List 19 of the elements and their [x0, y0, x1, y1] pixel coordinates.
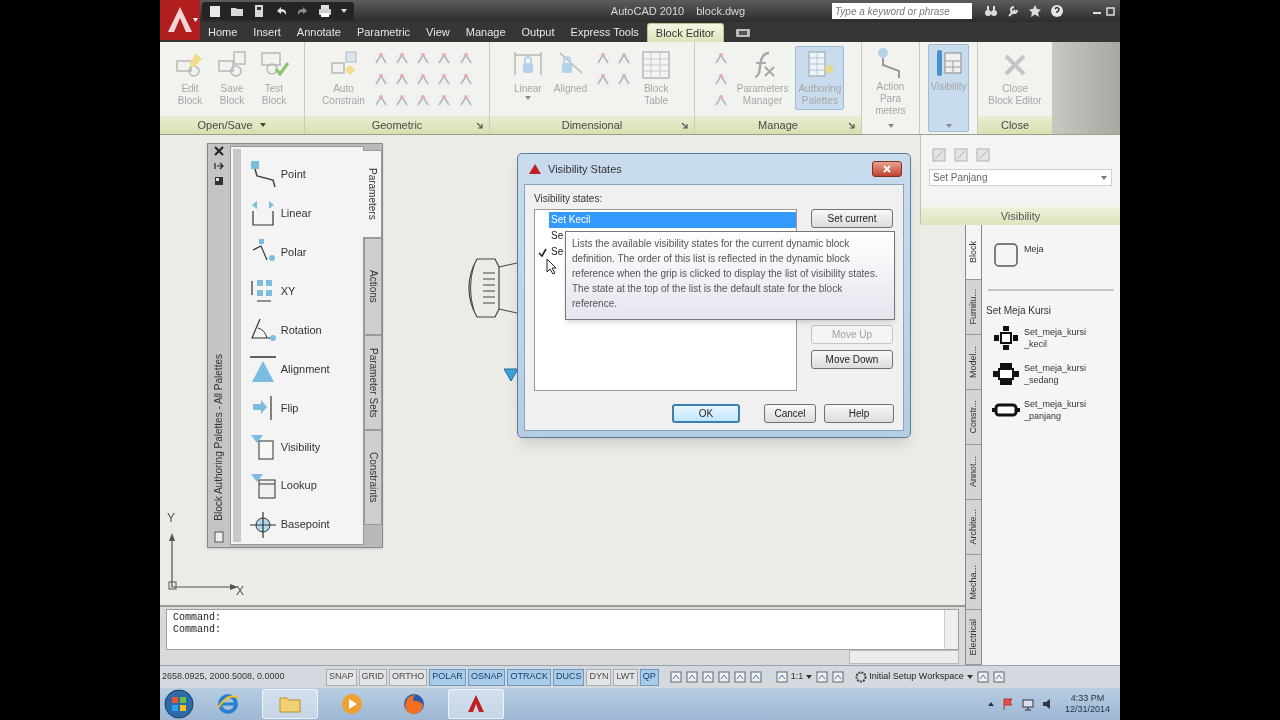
- workspace-name: Initial Setup Workspace: [869, 670, 964, 684]
- section-heading: Set Meja Kursi: [986, 304, 1053, 318]
- tooltip: Lists the available visibility states for the current dynamic block definition. The order of this list is reflected in the dynamic block reference when the grip is clicked to display the list of visibility states. The state at the top of the list is the default state for the block reference.: [565, 231, 895, 320]
- app-title: AutoCAD 2010: [610, 3, 685, 19]
- axis-label: Y: [167, 511, 175, 525]
- command-text: Command:: [173, 612, 222, 624]
- panel-label: Visibility: [1000, 208, 1041, 224]
- axis-label: X: [236, 583, 244, 600]
- command-text: Command:: [173, 624, 222, 636]
- palette-title: Block Authoring Palettes - All Palettes: [212, 354, 226, 521]
- panel-label: Geometric: [371, 117, 423, 133]
- coordinates: 2658.0925, 2000.5008, 0.0000: [162, 670, 286, 684]
- file-name: block.dwg: [696, 3, 746, 19]
- panel-label: Manage: [758, 117, 798, 133]
- dialog-title: Visibility States: [548, 161, 622, 177]
- panel-label: Close: [1000, 117, 1030, 133]
- panel-label: Dimensional: [561, 117, 623, 133]
- field-label: Visibility states:: [534, 192, 604, 206]
- panel-label: Open/Save: [197, 117, 253, 133]
